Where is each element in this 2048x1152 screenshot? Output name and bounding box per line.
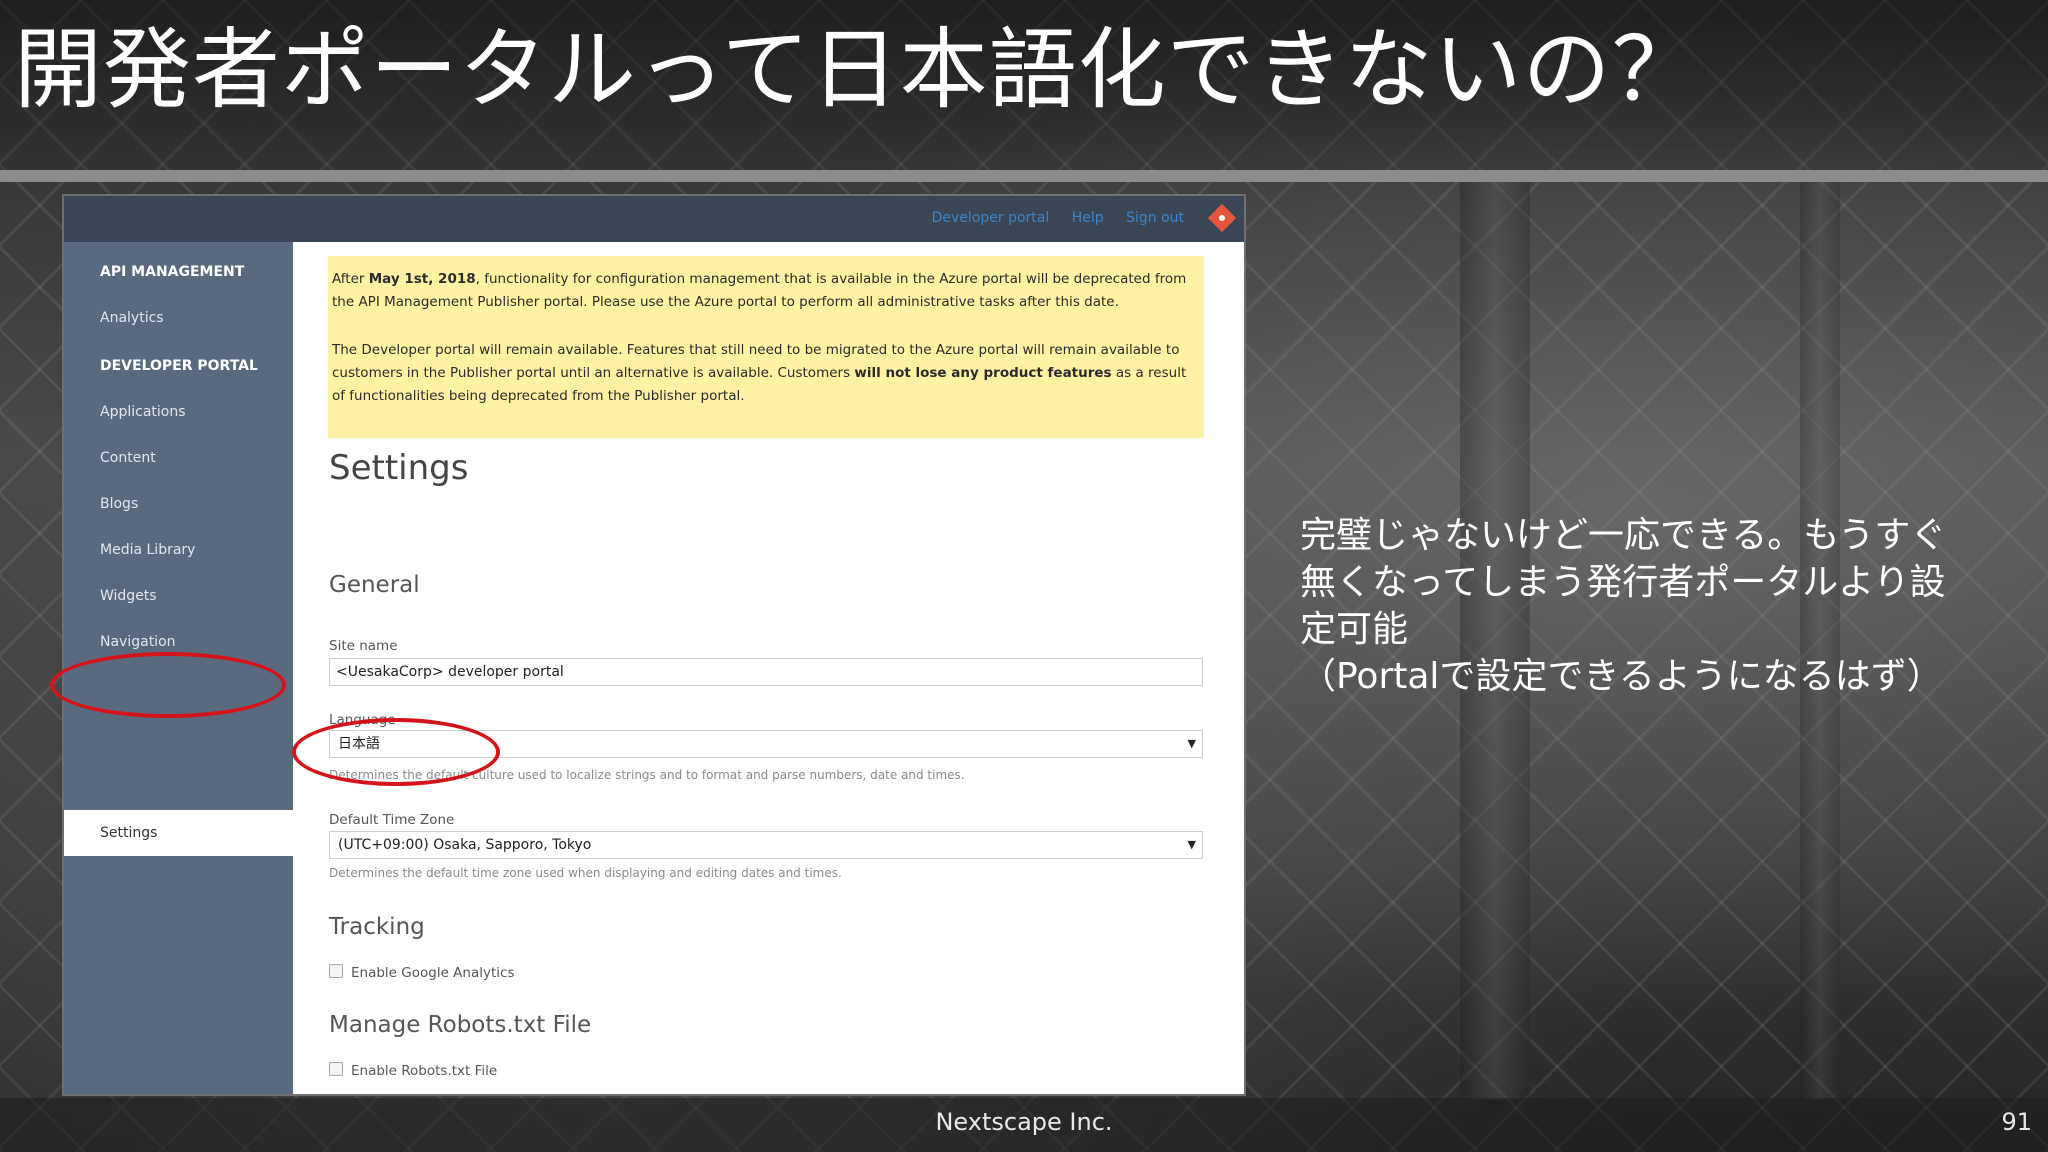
portal-top-bar: Developer portal Help Sign out	[64, 196, 1244, 242]
timezone-help-text: Determines the default time zone used wh…	[329, 866, 842, 880]
sign-out-link[interactable]: Sign out	[1126, 210, 1184, 226]
sidebar-item-applications[interactable]: Applications	[100, 404, 186, 420]
language-highlight-ellipse	[292, 718, 500, 786]
robots-label: Enable Robots.txt File	[351, 1063, 498, 1079]
general-heading: General	[329, 572, 420, 598]
robots-row: Enable Robots.txt File	[329, 1062, 497, 1079]
page-number: 91	[2001, 1108, 2032, 1136]
site-name-label: Site name	[329, 638, 398, 654]
google-analytics-row: Enable Google Analytics	[329, 964, 514, 981]
azure-logo-icon[interactable]	[1207, 203, 1237, 233]
title-divider	[0, 170, 2048, 182]
page-title: Settings	[329, 448, 469, 488]
google-analytics-label: Enable Google Analytics	[351, 965, 515, 981]
robots-checkbox[interactable]	[329, 1062, 343, 1076]
timezone-select-value: (UTC+09:00) Osaka, Sapporo, Tokyo	[338, 837, 592, 853]
slide-note: 完璧じゃないけど一応できる。もうすぐ 無くなってしまう発行者ポータルより設 定可…	[1300, 512, 2020, 700]
sidebar-section-api-management: API MANAGEMENT	[100, 264, 245, 280]
sidebar-item-settings[interactable]: Settings	[64, 810, 293, 856]
slide-title: 開発者ポータルって日本語化できないの？	[14, 18, 1701, 121]
note-line: 完璧じゃないけど一応できる。もうすぐ	[1300, 515, 1947, 556]
note-line: （Portalで設定できるようになるはず）	[1300, 656, 1943, 697]
note-line: 無くなってしまう発行者ポータルより設	[1300, 562, 1946, 603]
deprecation-warning: After May 1st, 2018, functionality for c…	[328, 256, 1204, 438]
sidebar-item-blogs[interactable]: Blogs	[100, 496, 138, 512]
sidebar-item-content[interactable]: Content	[100, 450, 156, 466]
timezone-label: Default Time Zone	[329, 812, 455, 828]
publisher-portal-screenshot: Developer portal Help Sign out API MANAG…	[64, 196, 1244, 1094]
developer-portal-link[interactable]: Developer portal	[932, 210, 1050, 226]
sidebar-item-navigation[interactable]: Navigation	[100, 634, 176, 650]
sidebar-item-media-library[interactable]: Media Library	[100, 542, 195, 558]
help-link[interactable]: Help	[1072, 210, 1104, 226]
robots-heading: Manage Robots.txt File	[329, 1012, 592, 1038]
warning-paragraph-1: After May 1st, 2018, functionality for c…	[332, 271, 1187, 310]
settings-content: After May 1st, 2018, functionality for c…	[293, 242, 1244, 1094]
sidebar-section-developer-portal: DEVELOPER PORTAL	[100, 358, 258, 374]
tracking-heading: Tracking	[329, 914, 425, 940]
top-links: Developer portal Help Sign out	[914, 210, 1184, 226]
timezone-select[interactable]: (UTC+09:00) Osaka, Sapporo, Tokyo ▼	[329, 831, 1203, 859]
footer-company: Nextscape Inc.	[935, 1108, 1113, 1136]
google-analytics-checkbox[interactable]	[329, 964, 343, 978]
settings-highlight-ellipse	[50, 652, 286, 718]
sidebar-item-widgets[interactable]: Widgets	[100, 588, 157, 604]
sidebar-item-settings-label: Settings	[100, 825, 158, 841]
sidebar-item-analytics[interactable]: Analytics	[100, 310, 164, 326]
dropdown-arrow-icon: ▼	[1187, 737, 1196, 750]
note-line: 定可能	[1300, 609, 1409, 650]
warning-paragraph-2: The Developer portal will remain availab…	[332, 342, 1187, 404]
dropdown-arrow-icon: ▼	[1187, 838, 1196, 851]
site-name-input[interactable]: <UesakaCorp> developer portal	[329, 658, 1203, 686]
